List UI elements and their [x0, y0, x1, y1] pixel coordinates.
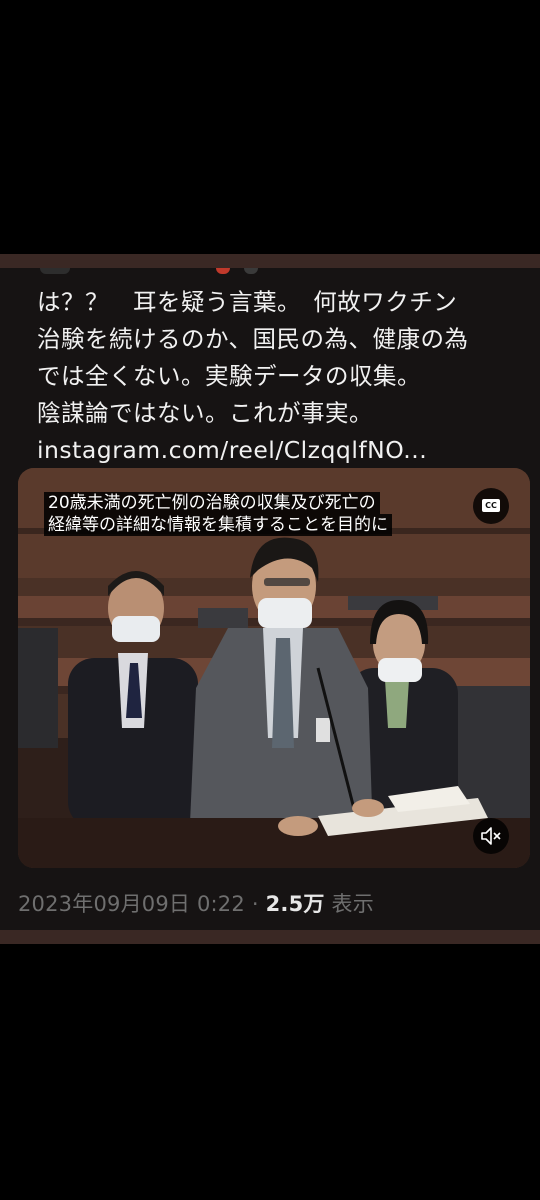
mute-button[interactable]: [473, 818, 509, 854]
tweet-text-line: では全くない。実験データの収集。: [37, 362, 421, 390]
video-caption: 20歳未満の死亡例の治験の収集及び死亡の 経緯等の詳細な情報を集積することを目的…: [44, 492, 392, 536]
tweet-meta: 2023年09月09日 0:22 · 2.5万 表示: [18, 888, 374, 918]
closed-captions-button[interactable]: CC: [473, 488, 509, 524]
screenshot-stage: は？？ 耳を疑う言葉。 何故ワクチン 治験を続けるのか、国民の為、健康の為 では…: [0, 0, 540, 1200]
bottom-divider-band: [0, 930, 540, 944]
tweet-text-line: は？？ 耳を疑う言葉。 何故ワクチン: [37, 288, 458, 316]
top-divider-band: [0, 254, 540, 268]
closed-captions-icon: CC: [482, 499, 500, 512]
avatar[interactable]: [40, 268, 70, 274]
speaker-muted-icon: [481, 827, 501, 845]
instagram-link[interactable]: instagram.com/reel/ClzqqlfNO...: [37, 432, 517, 469]
timestamp[interactable]: 2023年09月09日 0:22: [18, 892, 245, 916]
tweet-text-line: 治験を続けるのか、国民の為、健康の為: [37, 325, 469, 353]
views-label: 表示: [331, 892, 374, 916]
tweet-text: は？？ 耳を疑う言葉。 何故ワクチン 治験を続けるのか、国民の為、健康の為 では…: [37, 284, 517, 469]
caption-line-1: 20歳未満の死亡例の治験の収集及び死亡の: [44, 492, 380, 514]
views-count: 2.5万: [265, 892, 325, 916]
meta-separator: ·: [251, 892, 259, 916]
caption-line-2: 経緯等の詳細な情報を集積することを目的に: [44, 514, 392, 536]
tweet-text-line: 陰謀論ではない。これが事実。: [37, 399, 373, 427]
video-player[interactable]: 20歳未満の死亡例の治験の収集及び死亡の 経緯等の詳細な情報を集積することを目的…: [18, 468, 530, 868]
